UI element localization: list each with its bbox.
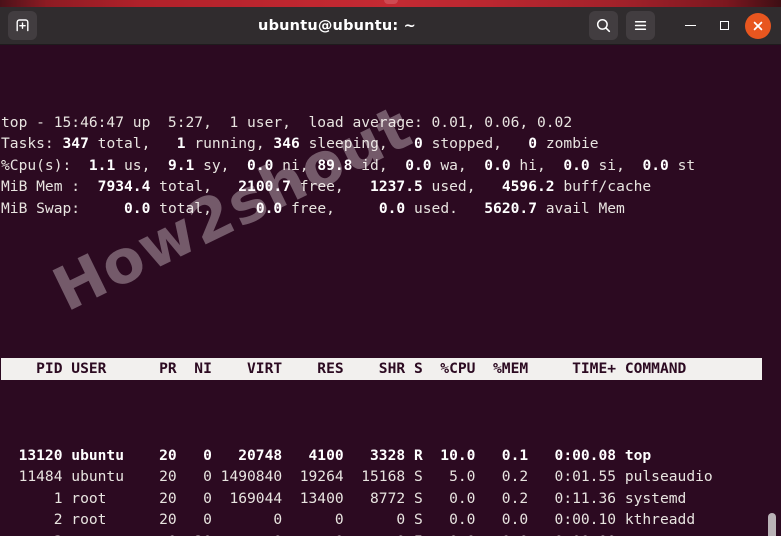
table-row: 2 root 20 0 0 0 0 S 0.0 0.0 0:00.10 kthr… [1,511,696,528]
cpu-line: %Cpu(s): 1.1 us, 9.1 sy, 0.0 ni, 89.8 id… [1,156,696,174]
table-row: 11484 ubuntu 20 0 1490840 19264 15168 S … [1,468,713,485]
terminal-scrollbar-thumb[interactable] [768,513,776,536]
terminal-scrollbar-track[interactable] [767,45,779,536]
hamburger-menu-icon[interactable] [626,11,655,40]
minimize-button[interactable] [677,13,703,39]
search-icon[interactable] [589,11,618,40]
summary-spacer [1,284,781,294]
titlebar-left-group [0,11,37,40]
window-top-border [0,0,781,7]
mem-line: MiB Mem : 7934.4 total, 2100.7 free, 123… [1,178,652,195]
table-row: 1 root 20 0 169044 13400 8772 S 0.0 0.2 … [1,489,687,507]
close-icon [753,21,763,30]
maximize-button[interactable] [711,13,737,39]
titlebar-right-group [589,11,781,40]
maximize-icon [719,21,729,30]
window-border-notch [383,0,398,4]
close-button[interactable] [745,12,771,39]
top-summary-block: top - 15:46:47 up 5:27, 1 user, load ave… [1,110,781,220]
new-tab-icon[interactable] [8,11,37,40]
uptime-line: top - 15:46:47 up 5:27, 1 user, load ave… [1,113,573,131]
tasks-line: Tasks: 347 total, 1 running, 346 sleepin… [1,135,599,152]
process-table-body: 13120 ubuntu 20 0 20748 4100 3328 R 10.0… [1,445,781,536]
swap-line: MiB Swap: 0.0 total, 0.0 free, 0.0 used.… [1,199,625,217]
process-table-header: PID USER PR NI VIRT RES SHR S %CPU %MEM … [1,358,762,380]
title-bar: ubuntu@ubuntu: ~ [0,7,781,45]
window-title: ubuntu@ubuntu: ~ [258,17,416,34]
table-row: 13120 ubuntu 20 0 20748 4100 3328 R 10.0… [1,446,652,464]
table-row: 3 root 0 -20 0 0 0 I 0.0 0.0 0:00.00 rcu… [1,531,781,536]
terminal-window: ubuntu@ubuntu: ~ top - 15:46:47 up 5:27,… [0,0,781,536]
minimize-icon [684,24,696,27]
terminal-content[interactable]: top - 15:46:47 up 5:27, 1 user, load ave… [0,45,781,536]
